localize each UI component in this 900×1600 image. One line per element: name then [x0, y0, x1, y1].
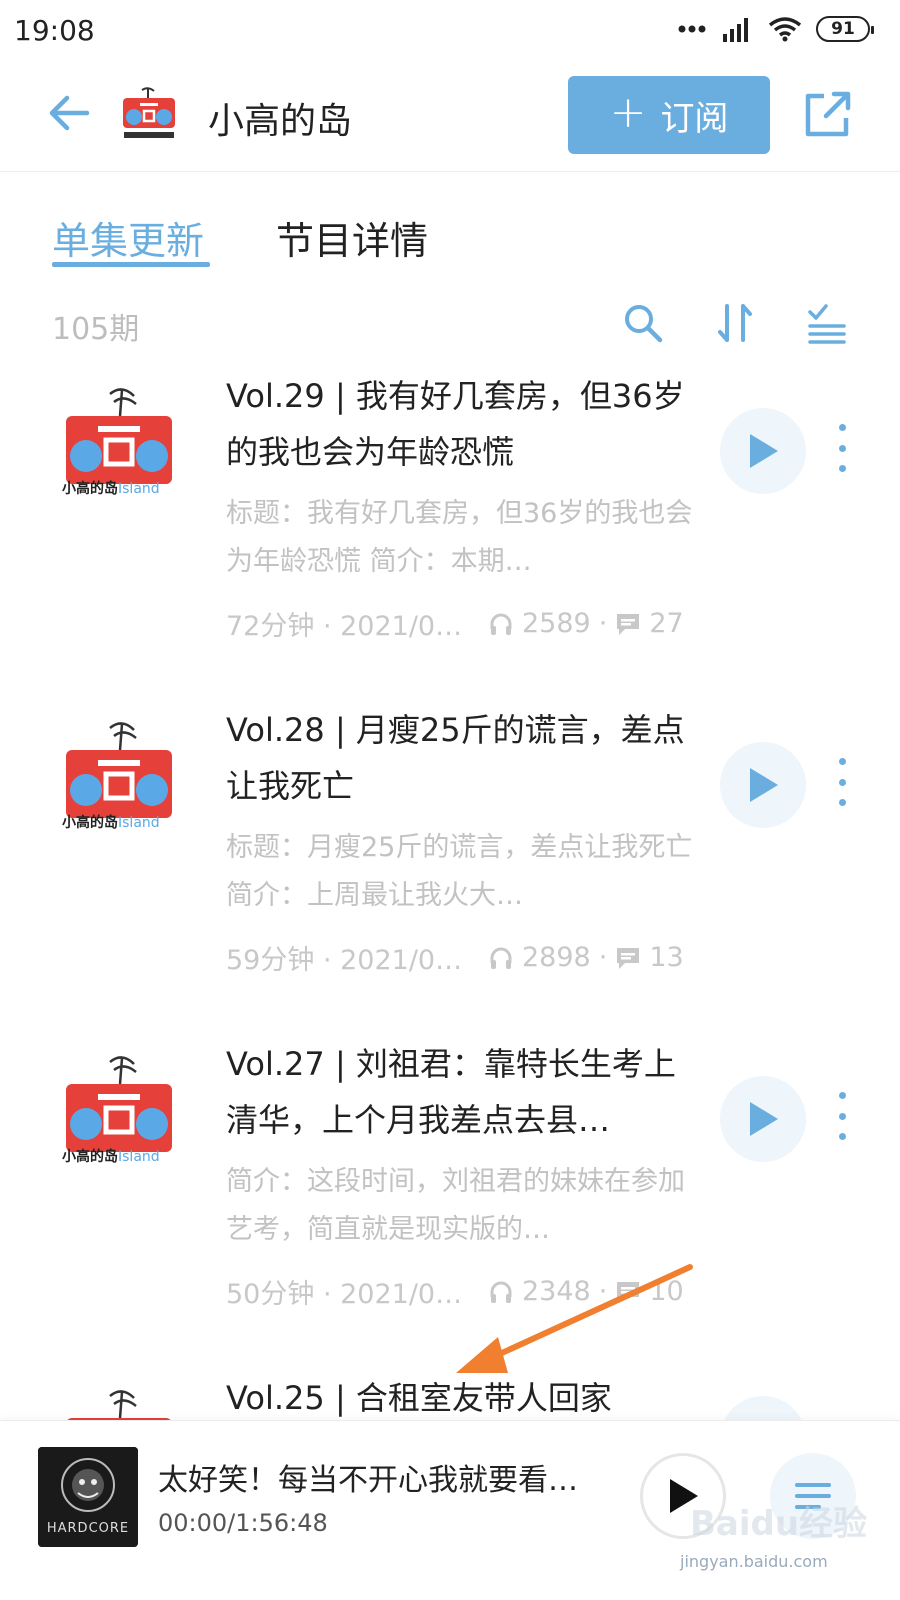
episode-play-button[interactable] — [720, 1076, 806, 1162]
comment-icon — [617, 1281, 640, 1303]
episode-title[interactable]: Vol.25 | 合租室友带人回家 — [226, 1370, 696, 1422]
episode-description: 标题：月瘦25斤的谎言，差点让我死亡 简介：上周最让我火大… — [226, 832, 693, 911]
episode-item[interactable]: Vol.25 | 合租室友带人回家 — [0, 1370, 900, 1422]
now-playing-title[interactable]: 太好笑！每当不开心我就要看… — [158, 1455, 608, 1499]
battery-indicator: 91 — [816, 16, 874, 42]
episode-duration: 72分钟 · 2021/0… — [226, 611, 463, 642]
episode-description: 标题：我有好几套房，但36岁的我也会为年龄恐慌 简介：本期… — [226, 498, 693, 577]
play-icon — [750, 768, 778, 802]
episode-description: 简介：这段时间，刘祖君的妹妹在参加艺考，简直就是现实版的… — [226, 1166, 685, 1245]
episode-title[interactable]: Vol.27 | 刘祖君：靠特长生考上清华，上个月我差点去县… — [226, 1036, 696, 1148]
podcast-logo-icon — [123, 87, 175, 138]
logo-caption: 小高的岛Island — [62, 481, 160, 497]
headphones-icon — [490, 613, 512, 635]
episode-plays: 2898 — [488, 942, 591, 973]
status-bar: 19:08 91 — [0, 0, 900, 62]
search-icon[interactable] — [620, 300, 666, 346]
logo-caption: 小高的岛Island — [62, 1149, 160, 1165]
wifi-icon — [768, 17, 802, 42]
episode-plays: 2348 — [488, 1276, 591, 1307]
episode-title[interactable]: Vol.28 | 月瘦25斤的谎言，差点让我死亡 — [226, 702, 696, 814]
episode-comments: 13 — [615, 942, 684, 973]
cellular-signal-icon — [723, 18, 748, 42]
now-playing-time: 00:00/1:56:48 — [158, 1509, 328, 1537]
now-playing-cover: HARDCORE — [38, 1447, 138, 1547]
episode-play-button[interactable] — [720, 1396, 806, 1422]
episode-item[interactable]: 小高的岛Island Vol.29 | 我有好几套房，但36岁的我也会为年龄恐慌… — [0, 368, 900, 708]
sort-icon[interactable] — [712, 300, 758, 346]
episode-comments: 27 — [615, 608, 684, 639]
episode-play-button[interactable] — [720, 408, 806, 494]
subscribe-label: 订阅 — [660, 98, 729, 139]
status-time: 19:08 — [14, 14, 95, 47]
tab-bar: 单集更新 节目详情 — [0, 172, 900, 282]
episode-meta: 72分钟 · 2021/0… 2589 · 27 — [226, 604, 696, 643]
signal-dots-icon — [678, 25, 706, 33]
filter-list-icon[interactable] — [804, 300, 850, 346]
play-icon — [750, 1102, 778, 1136]
more-options-icon[interactable] — [830, 418, 854, 478]
plus-icon: + — [609, 87, 647, 138]
cover-text: HARDCORE — [46, 1521, 130, 1536]
play-icon — [750, 434, 778, 468]
more-options-icon[interactable] — [830, 752, 854, 812]
episode-title[interactable]: Vol.29 | 我有好几套房，但36岁的我也会为年龄恐慌 — [226, 368, 696, 480]
comment-icon — [617, 947, 640, 969]
episode-meta: 59分钟 · 2021/0… 2898 · 13 — [226, 938, 696, 977]
episode-duration: 59分钟 · 2021/0… — [226, 945, 463, 976]
tab-details[interactable]: 节目详情 — [276, 210, 428, 265]
svg-text:Baidu经验: Baidu经验 — [690, 1504, 867, 1544]
episode-item[interactable]: 小高的岛Island Vol.27 | 刘祖君：靠特长生考上清华，上个月我差点去… — [0, 1036, 900, 1376]
share-icon[interactable] — [800, 86, 856, 142]
episode-play-button[interactable] — [720, 742, 806, 828]
header: 小高的岛 + 订阅 — [0, 62, 900, 172]
tab-episodes[interactable]: 单集更新 — [52, 210, 204, 265]
episode-meta: 50分钟 · 2021/0… 2348 · 10 — [226, 1272, 696, 1311]
back-arrow-icon — [49, 95, 90, 131]
episode-cover-icon — [66, 1390, 172, 1422]
subscribe-button[interactable]: + 订阅 — [568, 76, 770, 154]
headphones-icon — [490, 1281, 512, 1303]
headphones-icon — [490, 947, 512, 969]
watermark-url: jingyan.baidu.com — [680, 1552, 828, 1571]
episode-item[interactable]: 小高的岛Island Vol.28 | 月瘦25斤的谎言，差点让我死亡 标题：月… — [0, 702, 900, 1042]
baidu-watermark-icon: Baidu经验 — [690, 1504, 867, 1544]
episode-plays: 2589 — [488, 608, 591, 639]
more-options-icon[interactable] — [830, 1086, 854, 1146]
episode-duration: 50分钟 · 2021/0… — [226, 1279, 463, 1310]
episode-comments: 10 — [615, 1276, 684, 1307]
back-button[interactable] — [44, 88, 94, 138]
episode-count: 105期 — [52, 312, 140, 347]
tab-indicator — [52, 262, 210, 267]
list-toolbar: 105期 — [0, 290, 900, 360]
comment-icon — [617, 613, 640, 635]
podcast-title: 小高的岛 — [208, 101, 353, 142]
logo-caption: 小高的岛Island — [62, 815, 160, 831]
status-icons: 91 — [678, 16, 874, 42]
